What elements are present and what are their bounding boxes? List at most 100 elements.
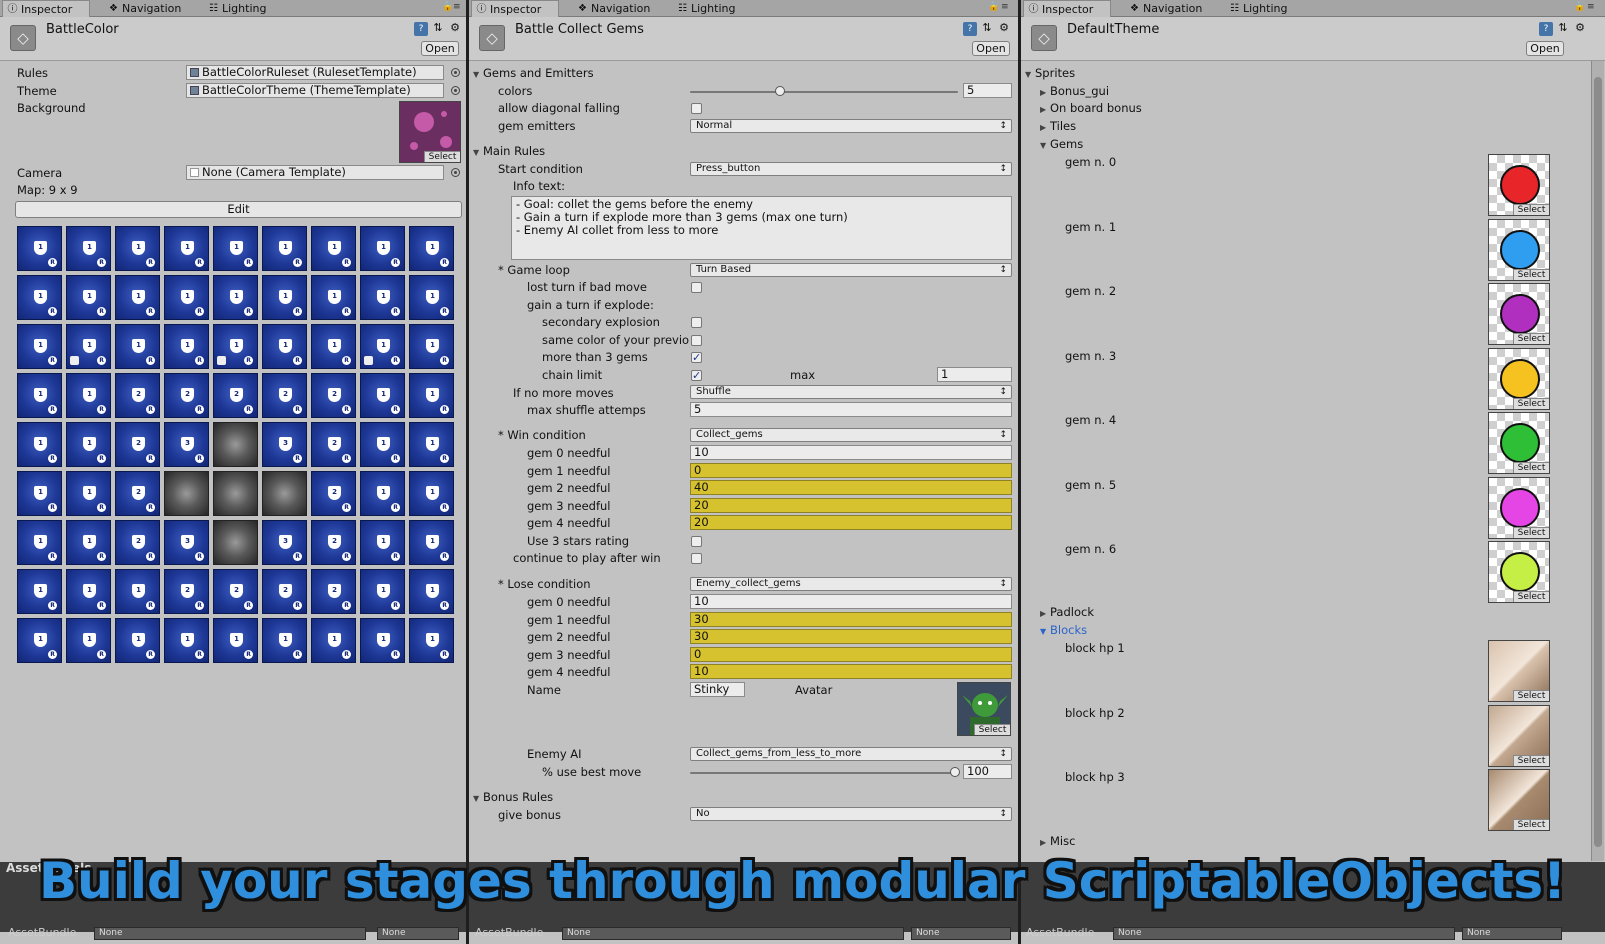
- tab-lighting[interactable]: ☷ Lighting: [673, 0, 757, 17]
- tiles-foldout[interactable]: ▶ Tiles: [1040, 119, 1076, 133]
- map-cell[interactable]: 1R: [66, 618, 111, 663]
- asset-bundle-variant-dropdown[interactable]: None: [911, 927, 1011, 940]
- map-cell[interactable]: 1R: [311, 275, 356, 320]
- select-button[interactable]: Select: [1513, 526, 1549, 538]
- map-cell[interactable]: [213, 520, 258, 565]
- map-cell[interactable]: 1R: [66, 226, 111, 271]
- diagonal-checkbox[interactable]: [691, 103, 702, 114]
- map-cell[interactable]: 1R: [66, 422, 111, 467]
- map-cell[interactable]: 3R: [262, 422, 307, 467]
- misc-foldout[interactable]: ▶ Misc: [1040, 834, 1075, 848]
- max-field[interactable]: 1: [937, 367, 1012, 382]
- map-cell[interactable]: 2R: [164, 569, 209, 614]
- gem-needful-field[interactable]: 30: [690, 629, 1012, 645]
- game-loop-dropdown[interactable]: Turn Based: [690, 263, 1012, 277]
- preset-icon[interactable]: ⇅: [431, 21, 445, 35]
- map-cell[interactable]: 1R: [66, 324, 111, 369]
- map-cell[interactable]: 2R: [213, 373, 258, 418]
- map-cell[interactable]: 1R: [115, 324, 160, 369]
- map-cell[interactable]: 2R: [262, 373, 307, 418]
- map-cell[interactable]: 2R: [115, 373, 160, 418]
- map-cell[interactable]: 3R: [164, 422, 209, 467]
- block-sprite-thumbnail[interactable]: Select: [1488, 704, 1550, 767]
- best-move-slider-knob[interactable]: [950, 767, 960, 777]
- gem-needful-field[interactable]: 0: [690, 646, 1012, 662]
- map-cell[interactable]: 1R: [409, 618, 454, 663]
- map-cell[interactable]: 1R: [409, 569, 454, 614]
- map-cell[interactable]: 1R: [66, 373, 111, 418]
- map-cell[interactable]: 1R: [213, 618, 258, 663]
- block-sprite-thumbnail[interactable]: Select: [1488, 769, 1550, 831]
- map-cell[interactable]: [213, 422, 258, 467]
- map-cell[interactable]: 1R: [360, 422, 405, 467]
- stars-rating-checkbox[interactable]: [691, 536, 702, 547]
- tab-lighting[interactable]: ☷ Lighting: [1225, 0, 1309, 17]
- map-cell[interactable]: 1R: [17, 373, 62, 418]
- map-cell[interactable]: [262, 471, 307, 516]
- bonus-rules-foldout[interactable]: ▼ Bonus Rules: [473, 790, 553, 804]
- map-cell[interactable]: 1R: [66, 520, 111, 565]
- select-button[interactable]: Select: [1513, 690, 1549, 701]
- lose-condition-dropdown[interactable]: Enemy_collect_gems: [690, 577, 1012, 591]
- map-cell[interactable]: 1R: [262, 275, 307, 320]
- give-bonus-dropdown[interactable]: No: [690, 807, 1012, 821]
- tab-navigation[interactable]: ❖ Navigation: [573, 0, 669, 17]
- gem-sprite-thumbnail[interactable]: Select: [1488, 476, 1550, 539]
- map-cell[interactable]: 1R: [66, 569, 111, 614]
- map-cell[interactable]: 1R: [164, 324, 209, 369]
- lost-turn-checkbox[interactable]: [691, 282, 702, 293]
- select-button[interactable]: Select: [1513, 591, 1549, 602]
- map-cell[interactable]: 1R: [17, 520, 62, 565]
- name-field[interactable]: Stinky: [690, 682, 745, 697]
- open-button[interactable]: Open: [421, 41, 459, 56]
- map-cell[interactable]: 1R: [409, 275, 454, 320]
- open-button[interactable]: Open: [1526, 41, 1564, 56]
- asset-bundle-dropdown[interactable]: None: [1113, 927, 1455, 940]
- sprites-foldout[interactable]: ▼ Sprites: [1025, 66, 1075, 80]
- map-cell[interactable]: 1R: [17, 324, 62, 369]
- map-cell[interactable]: [164, 471, 209, 516]
- map-cell[interactable]: 1R: [409, 324, 454, 369]
- select-button[interactable]: Select: [1513, 819, 1549, 830]
- map-cell[interactable]: 1R: [360, 275, 405, 320]
- map-cell[interactable]: 1R: [360, 226, 405, 271]
- map-cell[interactable]: 1R: [115, 275, 160, 320]
- asset-bundle-variant-dropdown[interactable]: None: [377, 927, 459, 940]
- on-board-bonus-foldout[interactable]: ▶ On board bonus: [1040, 101, 1142, 115]
- select-button[interactable]: Select: [974, 724, 1010, 735]
- scrollbar-thumb[interactable]: [1594, 77, 1602, 847]
- map-cell[interactable]: 1R: [409, 471, 454, 516]
- gem-needful-field[interactable]: 10: [690, 445, 1012, 460]
- map-cell[interactable]: 2R: [115, 422, 160, 467]
- gear-icon[interactable]: ⚙: [997, 21, 1011, 35]
- map-cell[interactable]: 1R: [409, 373, 454, 418]
- map-cell[interactable]: 1R: [17, 226, 62, 271]
- map-cell[interactable]: 2R: [213, 569, 258, 614]
- map-cell[interactable]: 3R: [164, 520, 209, 565]
- gem-sprite-thumbnail[interactable]: Select: [1488, 154, 1550, 216]
- gem-sprite-thumbnail[interactable]: Select: [1488, 541, 1550, 603]
- select-button[interactable]: Select: [1513, 397, 1549, 409]
- map-cell[interactable]: 1R: [17, 275, 62, 320]
- map-cell[interactable]: 2R: [164, 373, 209, 418]
- map-cell[interactable]: 1R: [360, 569, 405, 614]
- map-cell[interactable]: 1R: [66, 275, 111, 320]
- camera-field[interactable]: None (Camera Template): [186, 165, 444, 180]
- background-thumbnail[interactable]: Select: [399, 101, 461, 163]
- map-cell[interactable]: 1R: [311, 324, 356, 369]
- tab-menu-icon[interactable]: ≡: [1001, 2, 1009, 12]
- main-rules-foldout[interactable]: ▼ Main Rules: [473, 144, 545, 158]
- right-scrollbar[interactable]: [1591, 61, 1604, 861]
- map-cell[interactable]: 1R: [360, 471, 405, 516]
- asset-bundle-dropdown[interactable]: None: [94, 927, 366, 940]
- blocks-foldout[interactable]: ▼ Blocks: [1040, 623, 1087, 637]
- map-cell[interactable]: 1R: [115, 569, 160, 614]
- tab-menu-icon[interactable]: ≡: [1587, 2, 1595, 12]
- shuffle-field[interactable]: 5: [690, 402, 1012, 417]
- preset-icon[interactable]: ⇅: [980, 21, 994, 35]
- lock-icon[interactable]: 🔒: [1574, 2, 1585, 12]
- preset-icon[interactable]: ⇅: [1556, 21, 1570, 35]
- same-color-checkbox[interactable]: [691, 335, 702, 346]
- tab-lighting[interactable]: ☷ Lighting: [204, 0, 288, 17]
- map-cell[interactable]: 2R: [311, 471, 356, 516]
